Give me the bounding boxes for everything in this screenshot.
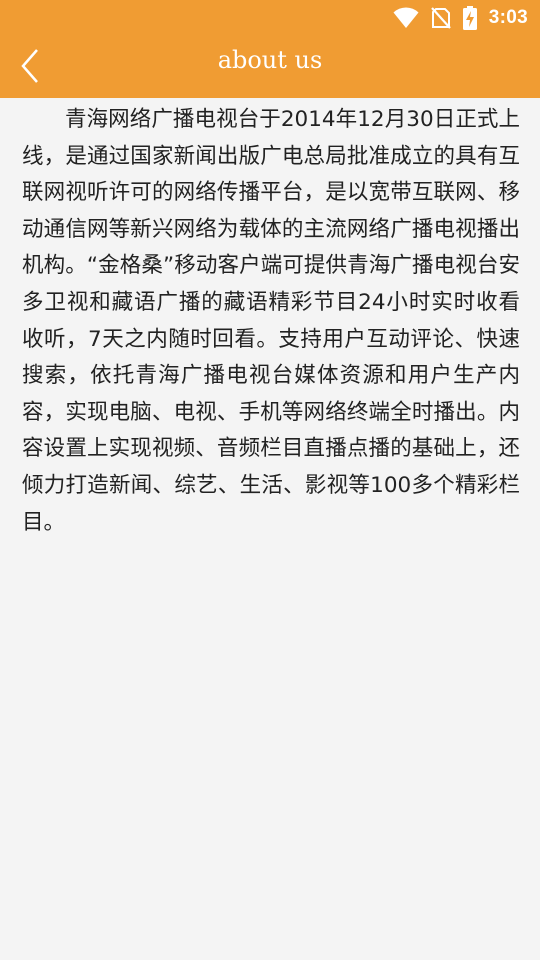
status-icons: 3:03 bbox=[393, 4, 528, 32]
status-bar: 3:03 bbox=[0, 0, 540, 34]
page-title: about us bbox=[217, 46, 323, 74]
app-header: 3:03 about us bbox=[0, 0, 540, 98]
about-text: 青海网络广播电视台于2014年12月30日正式上线，是通过国家新闻出版广电总局批… bbox=[22, 107, 520, 535]
status-time: 3:03 bbox=[488, 7, 528, 28]
no-sim-icon bbox=[430, 7, 451, 29]
wifi-icon bbox=[393, 7, 419, 29]
battery-charging-icon bbox=[462, 6, 477, 30]
